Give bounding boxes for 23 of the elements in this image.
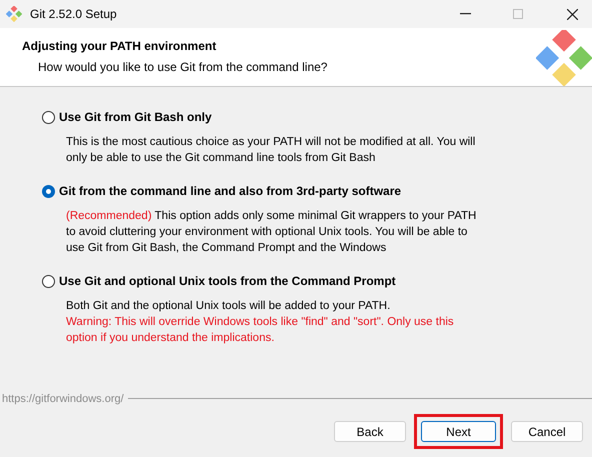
app-icon (6, 6, 22, 22)
option-description: (Recommended) This option adds only some minimal Git wrappers to your PATH to avoid cluttering your environment with optional Unix tools. You will be able to use Git from Git Bash, the Command Prompt and the Windows (66, 210, 476, 254)
page-title: Adjusting your PATH environment (22, 38, 218, 55)
option-description: Both Git and the optional Unix tools will be added to your PATH. (66, 300, 390, 312)
warning-text: Warning: This will override Windows tools like "find" and "sort". Only use this option if you understand the implications. (66, 315, 455, 346)
option-label: Use Git from Git Bash only (59, 109, 212, 126)
radio-button[interactable] (42, 184, 55, 198)
minimize-icon[interactable] (460, 13, 471, 15)
radio-option[interactable]: Git from the command line and also from 3rd-party software (42, 182, 580, 200)
page-subtitle: How would you like to use Git from the command line? (37, 59, 328, 76)
dialog-button[interactable]: Next (421, 421, 496, 442)
option-label: Git from the command line and also from 3rd-party software (59, 183, 402, 200)
option-label: Use Git and optional Unix tools from the Command Prompt (59, 273, 396, 290)
window-title: Git 2.52.0 Setup (30, 6, 117, 23)
radio-button[interactable] (42, 274, 55, 288)
option-description: This is the most cautious choice as your PATH will not be modified at all. You will only be able to use the Git command line tools from Git Bash (66, 136, 476, 164)
close-icon[interactable] (567, 8, 578, 20)
logo-icon (536, 30, 592, 86)
dialog-button[interactable]: Back (334, 421, 406, 442)
radio-option[interactable]: Use Git and optional Unix tools from the Command Prompt (42, 272, 580, 290)
radio-option[interactable]: Use Git from Git Bash only (42, 108, 580, 126)
dialog-button[interactable]: Cancel (511, 421, 583, 442)
radio-button[interactable] (42, 110, 55, 124)
